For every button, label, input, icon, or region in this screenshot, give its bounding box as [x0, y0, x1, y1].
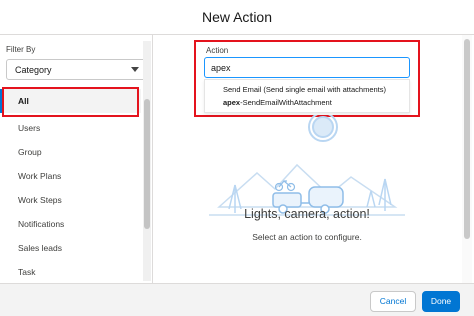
chevron-down-icon — [131, 67, 139, 72]
category-sidebar: Filter By Category All Users Group Work … — [0, 35, 153, 283]
action-config-panel: Action Send Email (Send single email wit… — [154, 35, 460, 283]
sidebar-scrollbar[interactable] — [143, 41, 151, 281]
modal-title: New Action — [201, 9, 273, 25]
category-item-users[interactable]: Users — [0, 116, 141, 140]
match-text: apex — [223, 98, 241, 107]
filter-select-value: Category — [15, 65, 52, 75]
modal-footer: Cancel Done — [0, 283, 474, 316]
category-item-work-steps[interactable]: Work Steps — [0, 188, 141, 212]
action-label: Action — [206, 46, 229, 55]
category-item-all[interactable]: All — [0, 89, 141, 113]
sun-icon — [308, 115, 338, 142]
action-option-label[interactable]: Send Email (Send single email with attac… — [223, 85, 386, 94]
category-item-sales-leads[interactable]: Sales leads — [0, 236, 141, 260]
action-search-highlight: Action Send Email (Send single email wit… — [194, 40, 420, 117]
main-scrollbar[interactable] — [462, 35, 472, 283]
action-dropdown[interactable]: Send Email (Send single email with attac… — [204, 79, 410, 113]
empty-state-title: Lights, camera, action! — [244, 207, 370, 221]
api-name-rest: -SendEmailWithAttachment — [240, 98, 332, 107]
action-search-input[interactable] — [204, 57, 410, 78]
category-item-work-plans[interactable]: Work Plans — [0, 164, 141, 188]
done-button[interactable]: Done — [422, 291, 460, 312]
empty-state-subtitle: Select an action to configure. — [252, 232, 362, 242]
main-scroll-thumb[interactable] — [464, 39, 470, 239]
category-item-notifications[interactable]: Notifications — [0, 212, 141, 236]
sidebar-scroll-thumb[interactable] — [144, 99, 150, 229]
action-option-api-name[interactable]: apex-SendEmailWithAttachment — [223, 98, 332, 107]
cancel-button[interactable]: Cancel — [370, 291, 416, 312]
category-item-task[interactable]: Task — [0, 260, 141, 283]
filter-by-label: Filter By — [6, 45, 36, 54]
category-item-group[interactable]: Group — [0, 140, 141, 164]
filter-select[interactable]: Category — [6, 59, 146, 80]
modal-header: New Action — [0, 0, 474, 35]
